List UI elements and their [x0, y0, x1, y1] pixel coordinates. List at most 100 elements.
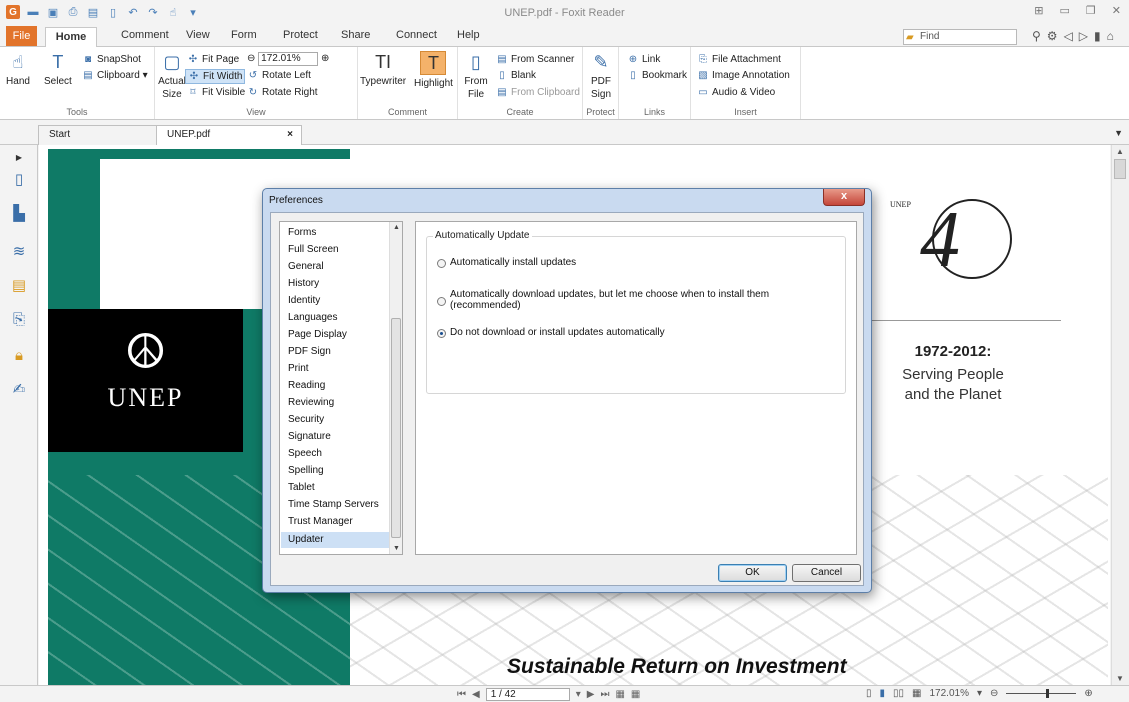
last-page-icon[interactable]: ⏭	[600, 689, 609, 700]
highlight-button[interactable]: T Highlight	[414, 51, 453, 90]
zoom-in-icon[interactable]: ⊕	[321, 53, 329, 64]
category-item[interactable]: History	[288, 278, 319, 289]
from-scanner-button[interactable]: ▤ From Scanner	[496, 53, 574, 66]
select-button[interactable]: T Select	[44, 51, 72, 88]
restore-icon[interactable]: ❐	[1086, 4, 1096, 17]
fit-visible-button[interactable]: ⌑ Fit Visible	[187, 86, 245, 99]
prev-page-icon[interactable]: ◀	[472, 689, 480, 700]
tab-file[interactable]: File	[6, 26, 37, 46]
scroll-down-icon[interactable]: ▼	[1116, 674, 1124, 683]
next-page-icon[interactable]: ▶	[587, 689, 595, 700]
category-scroll-thumb[interactable]	[391, 318, 401, 538]
category-item[interactable]: Identity	[288, 295, 320, 306]
next-view-icon[interactable]: ▦	[631, 689, 640, 700]
status-zoom-in-icon[interactable]: ⊕	[1084, 688, 1092, 699]
ribbon-toggle-icon[interactable]: ⊞	[1034, 4, 1043, 17]
tab-comment[interactable]: Comment	[121, 29, 169, 41]
category-scrollbar[interactable]: ▲ ▼	[389, 222, 402, 554]
category-item[interactable]: Full Screen	[288, 244, 339, 255]
from-file-button[interactable]: ▯ From File	[464, 51, 488, 101]
facing-icon[interactable]: ▯▯	[893, 688, 904, 699]
minimize-icon[interactable]: ▭	[1060, 4, 1070, 17]
ok-button[interactable]: OK	[718, 564, 787, 582]
category-scroll-up-icon[interactable]: ▲	[393, 224, 400, 231]
actual-size-button[interactable]: ▢ Actual Size	[157, 51, 187, 101]
tab-unep-pdf[interactable]: UNEP.pdf ×	[156, 125, 302, 146]
pages-icon[interactable]: ▙	[10, 205, 28, 223]
scroll-up-icon[interactable]: ▲	[1116, 147, 1124, 156]
close-icon[interactable]: ✕	[1112, 4, 1121, 17]
radio-auto-install[interactable]: Automatically install updates	[437, 257, 576, 268]
continuous-icon[interactable]: ▮	[880, 688, 886, 699]
page-thumbnails-icon[interactable]: ▯	[10, 171, 28, 189]
blank-button[interactable]: ▯ Blank	[496, 69, 536, 82]
find-input[interactable]: ▰ Find	[903, 29, 1017, 45]
radio-button[interactable]	[437, 259, 446, 268]
link-button[interactable]: ⊕ Link	[627, 53, 661, 66]
category-item[interactable]: General	[288, 261, 324, 272]
tab-share[interactable]: Share	[341, 29, 370, 41]
rotate-right-button[interactable]: ↻ Rotate Right	[247, 86, 318, 99]
category-item[interactable]: Security	[288, 414, 324, 425]
tab-help[interactable]: Help	[457, 29, 480, 41]
tab-list-arrow-icon[interactable]: ▼	[1114, 128, 1123, 138]
page-number-input[interactable]: 1 / 42	[485, 688, 570, 701]
prev-result-icon[interactable]: ◁	[1064, 29, 1079, 43]
fit-page-button[interactable]: ✣ Fit Page	[187, 53, 239, 66]
category-item[interactable]: Reading	[288, 380, 325, 391]
radio-do-not-update[interactable]: Do not download or install updates autom…	[437, 327, 665, 338]
typewriter-button[interactable]: TI Typewriter	[360, 51, 406, 88]
tab-view[interactable]: View	[186, 29, 210, 41]
radio-auto-download[interactable]: Automatically download updates, but let …	[437, 289, 817, 311]
category-item-selected[interactable]: Updater	[281, 532, 390, 548]
image-annotation-button[interactable]: ▧ Image Annotation	[697, 69, 790, 82]
signature-icon[interactable]: ✍︎	[10, 381, 28, 399]
close-tab-icon[interactable]: ×	[287, 129, 293, 140]
first-page-icon[interactable]: ⏮	[457, 689, 466, 700]
expand-icon[interactable]: ⌂	[1107, 29, 1120, 43]
continuous-facing-icon[interactable]: ▦	[912, 688, 921, 699]
category-item[interactable]: Time Stamp Servers	[288, 499, 379, 510]
fit-width-button[interactable]: ✣ Fit Width	[185, 69, 246, 84]
pdf-sign-button[interactable]: ✎ PDF Sign	[587, 51, 615, 101]
layers-icon[interactable]: ≋	[10, 243, 28, 261]
tab-home[interactable]: Home	[45, 27, 97, 47]
snapshot-button[interactable]: ◙ SnapShot	[82, 53, 141, 66]
security-lock-icon[interactable]: 🔒︎	[10, 347, 28, 365]
single-page-icon[interactable]: ▯	[866, 688, 872, 699]
previous-view-icon[interactable]: ▦	[615, 689, 624, 700]
category-scroll-down-icon[interactable]: ▼	[393, 545, 400, 552]
radio-button-checked[interactable]	[437, 329, 446, 338]
dialog-close-button[interactable]: x	[823, 189, 865, 206]
cancel-button[interactable]: Cancel	[792, 564, 861, 582]
layout-icon[interactable]: ▮	[1094, 29, 1107, 43]
tab-connect[interactable]: Connect	[396, 29, 437, 41]
category-item[interactable]: Languages	[288, 312, 338, 323]
category-item[interactable]: Speech	[288, 448, 322, 459]
category-item[interactable]: Spelling	[288, 465, 324, 476]
comments-icon[interactable]: ▤	[10, 277, 28, 295]
category-item[interactable]: PDF Sign	[288, 346, 331, 357]
tab-start[interactable]: Start	[38, 125, 158, 145]
vertical-scrollbar[interactable]: ▲ ▼	[1111, 145, 1129, 685]
tab-form[interactable]: Form	[231, 29, 257, 41]
search-icon[interactable]: ⚲	[1032, 29, 1047, 43]
clipboard-button[interactable]: ▤ Clipboard ▾	[82, 69, 147, 82]
zoom-level[interactable]: 172.01%	[930, 688, 969, 699]
next-result-icon[interactable]: ▷	[1079, 29, 1094, 43]
zoom-select[interactable]: 172.01%	[258, 52, 319, 66]
expand-panel-icon[interactable]: ▶	[10, 149, 28, 167]
attachments-icon[interactable]: ⎘	[10, 311, 28, 329]
zoom-dropdown-icon[interactable]: ▾	[977, 688, 982, 699]
category-item[interactable]: Signature	[288, 431, 331, 442]
category-item[interactable]: Print	[288, 363, 309, 374]
scroll-thumb[interactable]	[1114, 159, 1126, 179]
category-item[interactable]: Reviewing	[288, 397, 334, 408]
category-item[interactable]: Page Display	[288, 329, 347, 340]
settings-icon[interactable]: ⚙	[1047, 29, 1064, 43]
from-clipboard-button[interactable]: ▤ From Clipboard	[496, 86, 580, 99]
hand-button[interactable]: ☝ Hand	[6, 51, 30, 88]
zoom-slider-knob[interactable]	[1046, 689, 1050, 698]
zoom-slider[interactable]	[1006, 689, 1077, 698]
status-zoom-out-icon[interactable]: ⊖	[990, 688, 998, 699]
